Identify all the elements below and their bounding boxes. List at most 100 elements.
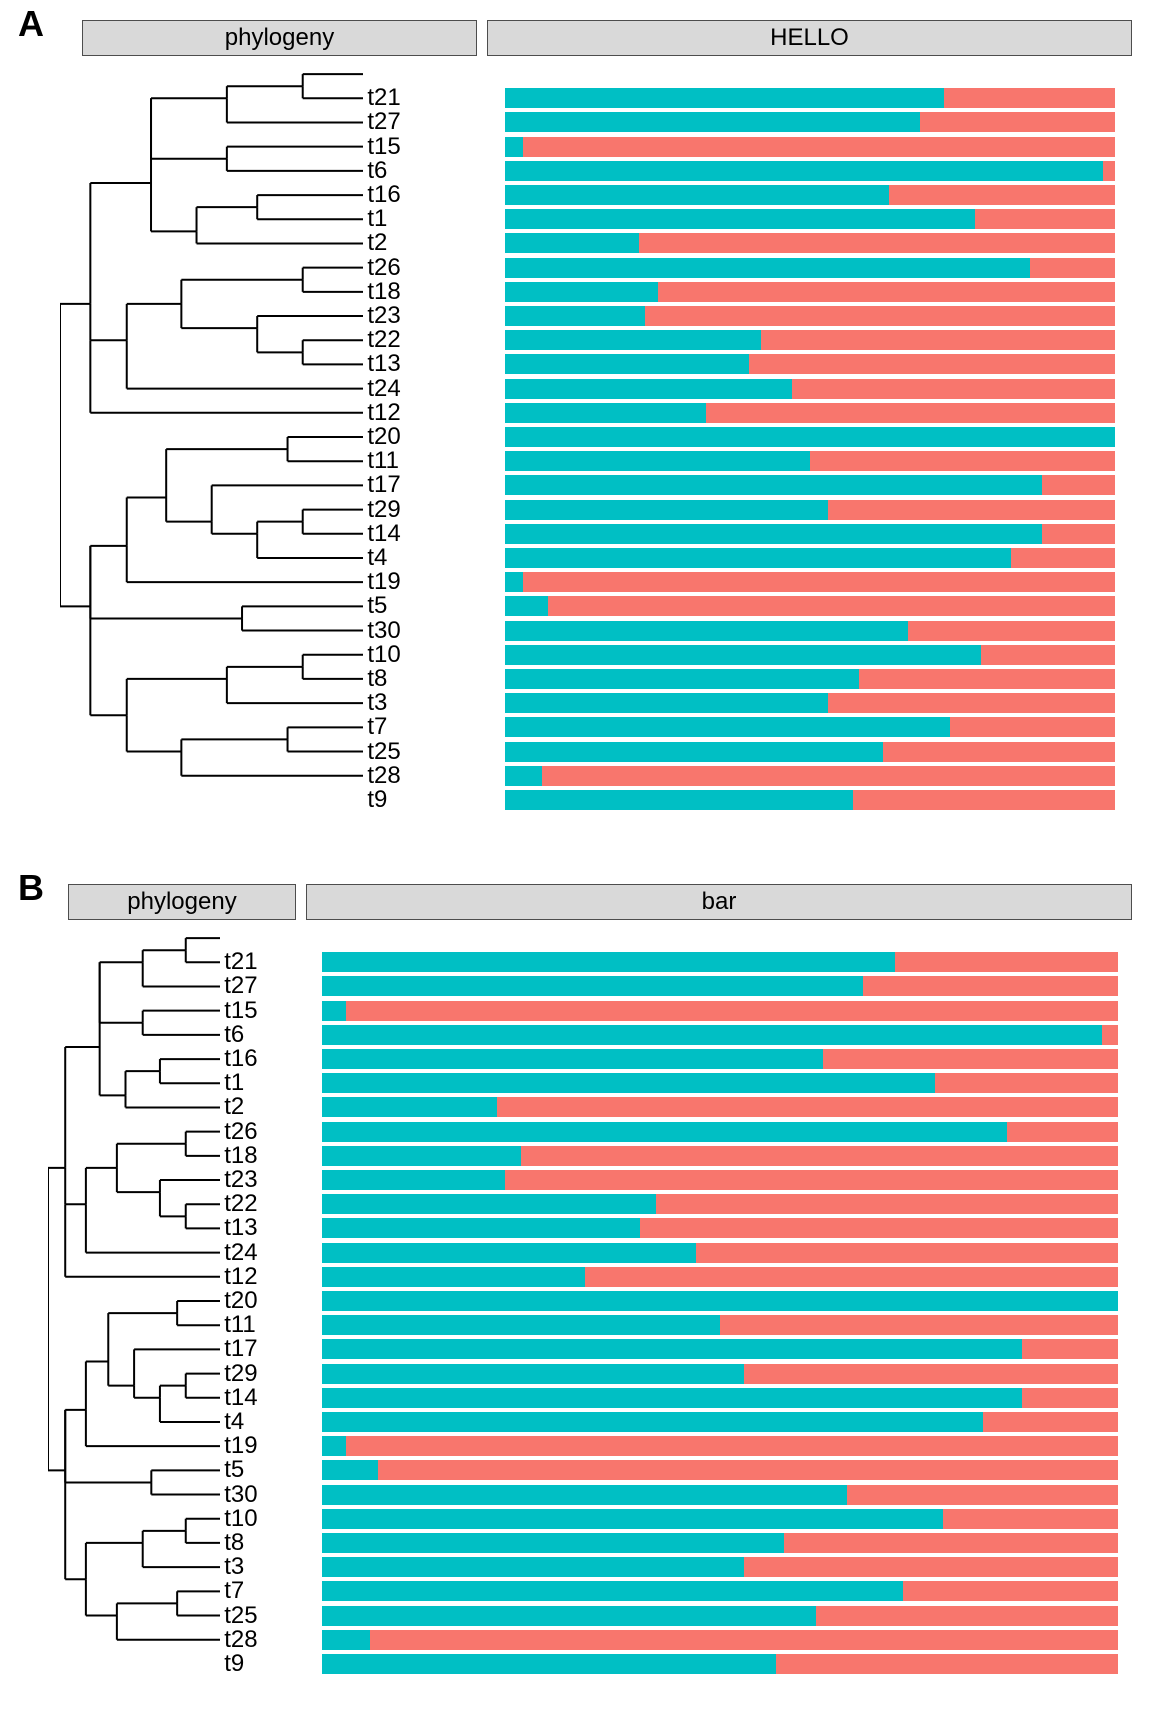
bar-seg-teal <box>505 137 523 157</box>
tip-label: t3 <box>224 1555 244 1579</box>
bar-row <box>322 1460 1118 1480</box>
bar-seg-teal <box>322 1170 505 1190</box>
bar-seg-coral <box>1022 1339 1118 1359</box>
bar-seg-teal <box>505 112 920 132</box>
bar-seg-teal <box>505 282 658 302</box>
tip-label: t22 <box>367 328 400 352</box>
tip-label: t30 <box>224 1483 257 1507</box>
bar-seg-coral <box>1042 524 1115 544</box>
bar-row <box>505 790 1115 810</box>
bar-seg-teal <box>505 596 548 616</box>
stacked-bars <box>322 926 1118 1676</box>
bar-seg-coral <box>370 1630 1118 1650</box>
bar-seg-coral <box>656 1194 1118 1214</box>
tip-label: t1 <box>224 1071 244 1095</box>
facet-header-left: phylogeny <box>82 20 477 56</box>
tip-label: t4 <box>224 1410 244 1434</box>
bar-seg-teal <box>322 1146 521 1166</box>
bar-seg-teal <box>505 524 1042 544</box>
bar-seg-teal <box>322 1388 1022 1408</box>
facet-header-left: phylogeny <box>68 884 296 920</box>
bar-seg-teal <box>505 693 828 713</box>
bar-seg-coral <box>749 354 1115 374</box>
bar-seg-teal <box>505 209 975 229</box>
tip-label: t8 <box>367 667 387 691</box>
tip-label: t21 <box>367 86 400 110</box>
bar-row <box>322 976 1118 996</box>
bar-seg-coral <box>1042 475 1115 495</box>
bar-seg-coral <box>505 1170 1118 1190</box>
bar-seg-teal <box>505 645 981 665</box>
tip-label: t6 <box>224 1023 244 1047</box>
bar-seg-teal <box>322 1581 903 1601</box>
tip-label: t11 <box>367 449 399 473</box>
bar-seg-coral <box>542 766 1115 786</box>
bar-seg-coral <box>548 596 1115 616</box>
bar-seg-coral <box>943 1509 1118 1529</box>
bar-seg-teal <box>505 306 645 326</box>
bar-row <box>505 451 1115 471</box>
bar-row <box>505 645 1115 665</box>
bar-seg-coral <box>816 1606 1118 1626</box>
bar-seg-teal <box>505 354 749 374</box>
bar-seg-teal <box>505 379 792 399</box>
tip-label: t24 <box>367 377 400 401</box>
bar-seg-coral <box>853 790 1115 810</box>
bar-seg-coral <box>706 403 1115 423</box>
bar-seg-teal <box>322 1509 943 1529</box>
tip-label: t28 <box>367 764 400 788</box>
bar-row <box>322 1122 1118 1142</box>
bar-seg-coral <box>645 306 1115 326</box>
bar-row <box>322 1436 1118 1456</box>
bar-row <box>505 379 1115 399</box>
bar-seg-coral <box>1022 1388 1118 1408</box>
bar-row <box>505 282 1115 302</box>
bar-seg-teal <box>322 1049 823 1069</box>
bar-row <box>322 1243 1118 1263</box>
bar-row <box>505 596 1115 616</box>
bar-row <box>505 403 1115 423</box>
bar-seg-teal <box>505 403 706 423</box>
tip-label: t3 <box>367 691 387 715</box>
bar-seg-teal <box>505 548 1011 568</box>
bar-row <box>505 475 1115 495</box>
tip-label: t2 <box>367 231 387 255</box>
bar-seg-coral <box>981 645 1115 665</box>
bar-seg-teal <box>322 1122 1007 1142</box>
bar-row <box>322 1267 1118 1287</box>
bar-row <box>505 693 1115 713</box>
bar-row <box>322 1291 1118 1311</box>
bar-row <box>322 1218 1118 1238</box>
bar-seg-teal <box>505 717 950 737</box>
bar-seg-coral <box>696 1243 1118 1263</box>
bar-row <box>505 137 1115 157</box>
bar-row <box>322 1557 1118 1577</box>
tip-label: t19 <box>367 570 400 594</box>
bar-seg-teal <box>322 1533 784 1553</box>
tip-label: t17 <box>224 1337 257 1361</box>
bar-seg-coral <box>720 1315 1118 1335</box>
bar-row <box>505 112 1115 132</box>
bar-seg-teal <box>322 1606 816 1626</box>
tip-label: t4 <box>367 546 387 570</box>
bar-row <box>322 1339 1118 1359</box>
bar-row <box>505 524 1115 544</box>
bar-seg-teal <box>322 1364 744 1384</box>
tip-label: t15 <box>367 135 400 159</box>
figure: AphylogenyHELLOt21t27t15t6t16t1t2t26t18t… <box>0 0 1152 1728</box>
bar-seg-teal <box>505 572 523 592</box>
tip-label: t18 <box>367 280 400 304</box>
bar-row <box>322 1025 1118 1045</box>
bar-seg-teal <box>322 1073 935 1093</box>
bar-row <box>505 233 1115 253</box>
tip-label: t7 <box>367 715 387 739</box>
bar-row <box>322 1533 1118 1553</box>
bar-seg-teal <box>322 1436 346 1456</box>
tip-label: t19 <box>224 1434 257 1458</box>
bar-seg-teal <box>505 185 889 205</box>
bar-row <box>322 952 1118 972</box>
bar-seg-coral <box>761 330 1115 350</box>
bar-row <box>505 209 1115 229</box>
bar-row <box>505 330 1115 350</box>
bar-row <box>505 258 1115 278</box>
